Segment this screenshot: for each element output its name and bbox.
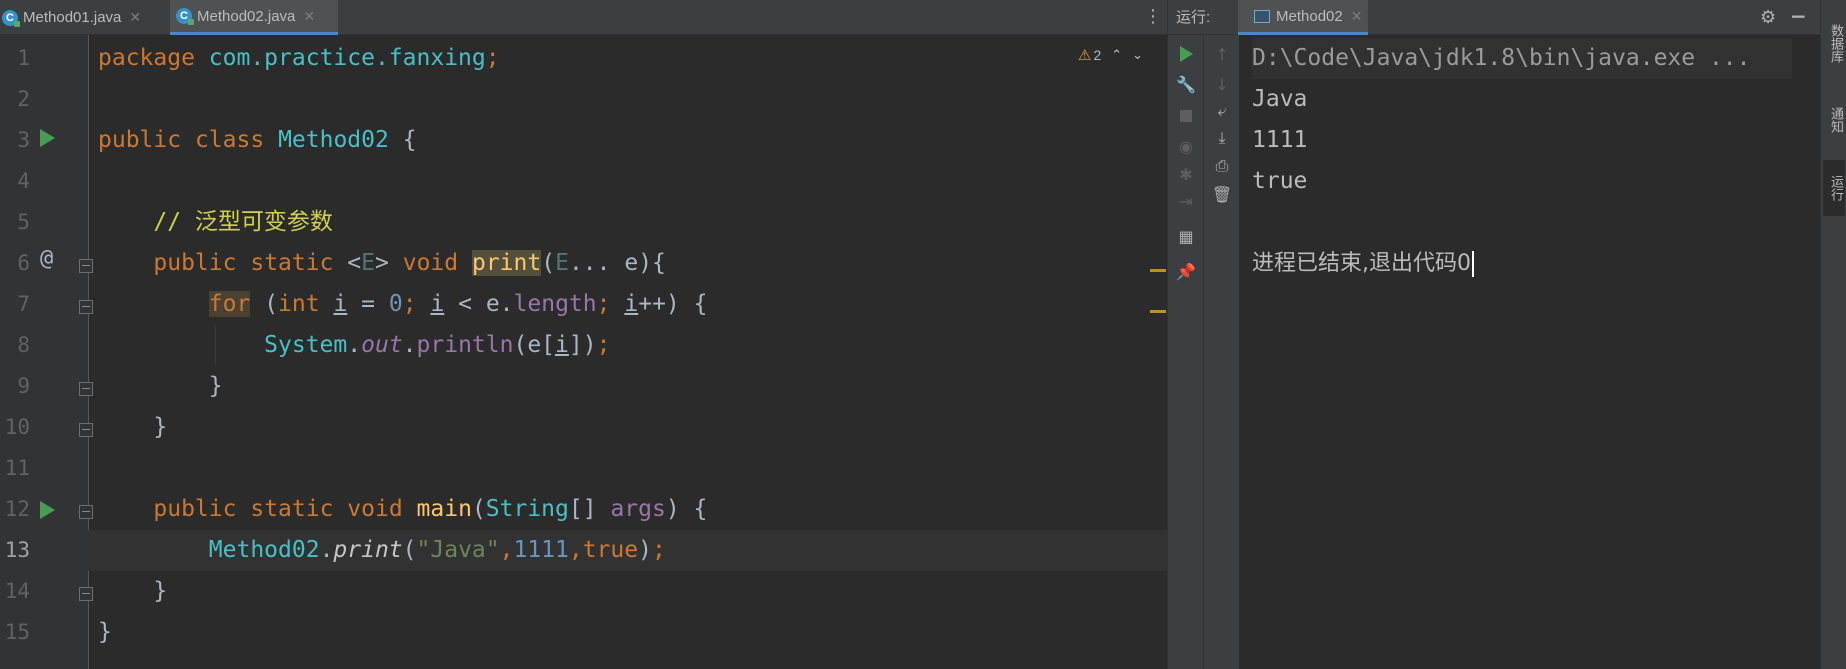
line-number: 15 bbox=[4, 620, 30, 644]
run-toolbar: 🔧 ◉ ✱ ⇥ ▦ 📌 bbox=[1168, 35, 1204, 669]
rerun-icon[interactable] bbox=[1175, 43, 1197, 65]
soft-wrap-icon[interactable]: ⤶ bbox=[1211, 100, 1233, 122]
console-toolbar: ↑ ↓ ⤶ ⤓ ⎙ 🗑 bbox=[1204, 35, 1240, 669]
java-class-icon: C bbox=[176, 8, 194, 25]
line-number: 12 bbox=[4, 497, 30, 521]
line-number: 9 bbox=[17, 374, 30, 398]
run-main-icon[interactable] bbox=[40, 501, 55, 519]
console-output-line: Java bbox=[1252, 86, 1308, 112]
line-number: 3 bbox=[17, 128, 30, 152]
annotation-at-icon[interactable]: @ bbox=[40, 246, 66, 276]
trash-icon[interactable]: 🗑 bbox=[1211, 183, 1233, 205]
warning-icon: ⚠ bbox=[1078, 47, 1092, 64]
arrow-up-icon[interactable]: ↑ bbox=[1211, 43, 1233, 65]
fold-toggle-icon[interactable] bbox=[79, 259, 93, 273]
console-output-line: 1111 bbox=[1252, 127, 1308, 153]
code-line: public class Method02 { bbox=[98, 127, 417, 153]
warning-count: 2 bbox=[1093, 47, 1102, 63]
tab-label: Method01.java bbox=[23, 9, 122, 26]
console-output-line: true bbox=[1252, 168, 1308, 194]
fold-toggle-icon[interactable] bbox=[79, 423, 93, 437]
tab-label: Method02.java bbox=[197, 7, 296, 25]
line-number: 10 bbox=[4, 415, 30, 439]
line-number: 14 bbox=[4, 579, 30, 603]
side-tab-database[interactable]: 数据库 bbox=[1823, 8, 1845, 78]
side-tab-run[interactable]: 运行 bbox=[1823, 160, 1845, 216]
exit-icon[interactable]: ⇥ bbox=[1175, 190, 1197, 212]
chevron-down-icon[interactable]: ⌄ bbox=[1132, 47, 1143, 63]
code-line: } bbox=[153, 414, 168, 440]
run-label: 运行: bbox=[1176, 9, 1211, 26]
wrench-icon[interactable]: 🔧 bbox=[1175, 73, 1197, 95]
stop-icon[interactable] bbox=[1175, 105, 1197, 127]
side-tab-notifications[interactable]: 通知 bbox=[1823, 92, 1845, 148]
line-number: 5 bbox=[17, 210, 30, 234]
debug-icon[interactable]: ✱ bbox=[1175, 163, 1197, 185]
print-icon[interactable]: ⎙ bbox=[1211, 155, 1233, 177]
code-line: public static <E> void print(E... e){ bbox=[153, 250, 666, 276]
warning-marker[interactable] bbox=[1150, 310, 1166, 313]
tab-method01[interactable]: C Method01.java ✕ bbox=[0, 0, 165, 35]
line-number: 4 bbox=[17, 169, 30, 193]
code-line: // 泛型可变参数 bbox=[153, 209, 333, 235]
gutter-divider bbox=[88, 35, 89, 669]
line-number: 1 bbox=[17, 46, 30, 70]
run-header: 运行: Method02 ✕ ⚙ − bbox=[1168, 0, 1821, 35]
code-line: public static void main(String[] args) { bbox=[153, 496, 708, 522]
close-icon[interactable]: ✕ bbox=[1351, 8, 1363, 25]
line-number: 2 bbox=[17, 87, 30, 111]
layout-icon[interactable]: ▦ bbox=[1175, 225, 1197, 247]
fold-toggle-icon[interactable] bbox=[79, 505, 93, 519]
inspection-widget[interactable]: ⚠ 2 ⌃ ⌄ bbox=[1078, 44, 1143, 66]
code-line: for (int i = 0; i < e.length; i++) { bbox=[208, 291, 708, 317]
more-options-icon[interactable]: ⋮ bbox=[1144, 8, 1162, 28]
fold-toggle-icon[interactable] bbox=[79, 382, 93, 396]
tab-method02[interactable]: C Method02.java ✕ bbox=[170, 0, 338, 35]
minimize-icon[interactable]: − bbox=[1790, 4, 1807, 28]
java-class-icon: C bbox=[2, 9, 20, 27]
console-icon bbox=[1254, 9, 1270, 23]
code-line: } bbox=[98, 619, 112, 645]
code-line: package com.practice.fanxing; bbox=[98, 45, 500, 71]
scroll-to-end-icon[interactable]: ⤓ bbox=[1211, 127, 1233, 149]
fold-toggle-icon[interactable] bbox=[79, 587, 93, 601]
line-number: 11 bbox=[4, 456, 30, 480]
console-command-line: D:\Code\Java\jdk1.8\bin\java.exe ... bbox=[1252, 38, 1792, 79]
chevron-up-icon[interactable]: ⌃ bbox=[1111, 47, 1122, 63]
run-tool-window[interactable]: 运行: Method02 ✕ ⚙ − 🔧 ◉ ✱ ⇥ ▦ 📌 ↑ ↓ ⤶ ⤓ ⎙… bbox=[1167, 0, 1821, 669]
run-tab-method02[interactable]: Method02 ✕ bbox=[1238, 0, 1368, 35]
camera-icon[interactable]: ◉ bbox=[1175, 135, 1197, 157]
run-tab-label: Method02 bbox=[1276, 7, 1343, 25]
editor-tab-bar: C Method01.java ✕ C Method02.java ✕ ⋮ bbox=[0, 0, 1167, 35]
close-icon[interactable]: ✕ bbox=[303, 8, 315, 25]
console-exit-line: 进程已结束,退出代码0 bbox=[1252, 243, 1474, 284]
gear-icon[interactable]: ⚙ bbox=[1760, 7, 1776, 28]
pin-icon[interactable]: 📌 bbox=[1175, 260, 1197, 282]
arrow-down-icon[interactable]: ↓ bbox=[1211, 73, 1233, 95]
line-number: 7 bbox=[17, 292, 30, 316]
right-tool-strip: 数据库 通知 运行 bbox=[1820, 0, 1846, 669]
code-line-current: Method02.print("Java",1111,true); bbox=[88, 530, 1167, 571]
editor-pane[interactable]: C Method01.java ✕ C Method02.java ✕ ⋮ 1 … bbox=[0, 0, 1167, 669]
text-cursor bbox=[1472, 250, 1474, 277]
line-number: 8 bbox=[17, 333, 30, 357]
line-number-current: 13 bbox=[4, 538, 30, 562]
exit-message: 进程已结束,退出代码0 bbox=[1252, 251, 1471, 276]
code-line: System.out.println(e[i]); bbox=[264, 332, 611, 358]
code-line: } bbox=[208, 373, 223, 399]
line-number: 6 bbox=[17, 251, 30, 275]
close-icon[interactable]: ✕ bbox=[129, 9, 141, 26]
fold-toggle-icon[interactable] bbox=[79, 300, 93, 314]
warning-marker[interactable] bbox=[1150, 269, 1166, 272]
run-class-icon[interactable] bbox=[40, 129, 55, 147]
code-line: } bbox=[153, 578, 168, 604]
